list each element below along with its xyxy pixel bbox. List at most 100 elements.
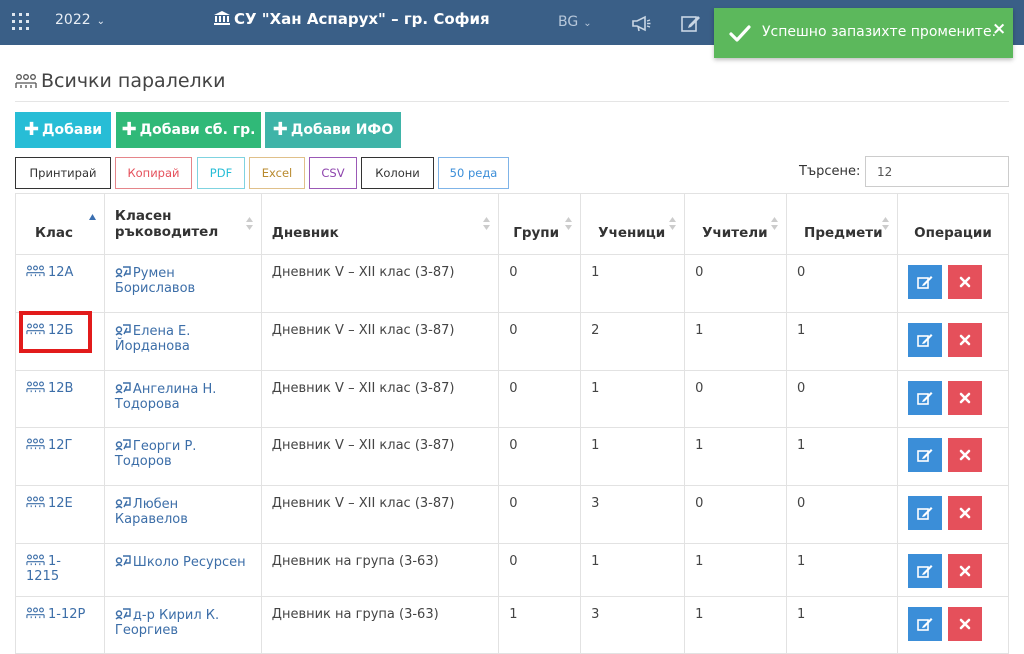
cell-teacher: Георги Р. Тодоров bbox=[103, 427, 262, 486]
classroom-icon bbox=[26, 496, 45, 508]
teacher-name-line2: Каравелов bbox=[114, 512, 188, 527]
csv-button[interactable]: CSV bbox=[309, 157, 357, 189]
cell-groups: 0 bbox=[498, 312, 582, 371]
teacher-link[interactable]: Ангелина Н. Тодорова bbox=[115, 382, 216, 412]
header-groups[interactable]: Групи bbox=[498, 193, 582, 255]
add-button[interactable]: ✚ Добави bbox=[15, 112, 111, 148]
classroom-icon bbox=[26, 265, 45, 277]
class-name: 12А bbox=[48, 265, 74, 280]
header-diary-label: Дневник bbox=[271, 225, 339, 241]
edit-button[interactable] bbox=[908, 496, 942, 530]
teacher-icon bbox=[115, 497, 131, 509]
cell-ops bbox=[897, 596, 1009, 654]
teacher-name-line1: Георги Р. bbox=[132, 439, 197, 454]
delete-button[interactable] bbox=[948, 438, 982, 472]
cell-subjects: 1 bbox=[786, 312, 898, 371]
class-link[interactable]: 12Е bbox=[26, 496, 73, 511]
edit-icon bbox=[917, 565, 933, 578]
delete-button[interactable] bbox=[948, 607, 982, 641]
edit-button[interactable] bbox=[908, 607, 942, 641]
rows-per-page-button[interactable]: 50 реда bbox=[438, 157, 509, 189]
header-ops: Операции bbox=[897, 193, 1009, 255]
edit-icon bbox=[917, 276, 933, 289]
edit-button[interactable] bbox=[908, 265, 942, 299]
language-selector[interactable]: BG ⌄ bbox=[558, 14, 592, 30]
classroom-icon bbox=[26, 607, 45, 619]
teacher-link[interactable]: Елена Е. Йорданова bbox=[115, 324, 190, 354]
header-klas[interactable]: Клас bbox=[15, 193, 105, 255]
cell-diary: Дневник V – XII клас (3-87) bbox=[260, 427, 500, 486]
cell-klas: 12А bbox=[15, 254, 105, 313]
columns-button[interactable]: Колони bbox=[361, 157, 434, 189]
pdf-button[interactable]: PDF bbox=[197, 157, 245, 189]
teacher-name-line1: Школо Ресурсен bbox=[132, 555, 246, 570]
sort-icon bbox=[882, 217, 889, 230]
teacher-name-line1: Любен bbox=[132, 497, 179, 512]
search-input[interactable] bbox=[865, 156, 1009, 187]
edit-icon[interactable] bbox=[680, 12, 702, 34]
teacher-link[interactable]: Румен Бориславов bbox=[115, 266, 195, 296]
teacher-icon bbox=[115, 266, 131, 278]
edit-button[interactable] bbox=[908, 381, 942, 415]
header-ops-label: Операции bbox=[914, 225, 992, 241]
year-selector[interactable]: 2022 ⌄ bbox=[55, 12, 105, 28]
edit-button[interactable] bbox=[908, 554, 942, 588]
megaphone-icon[interactable] bbox=[630, 12, 652, 34]
table-row: 12Б Елена Е. Йорданова Дневник V – XII к… bbox=[15, 312, 1009, 371]
class-link[interactable]: 12А bbox=[26, 265, 73, 280]
excel-button[interactable]: Excel bbox=[249, 157, 305, 189]
header-diary[interactable]: Дневник bbox=[260, 193, 500, 255]
copy-button[interactable]: Копирай bbox=[115, 157, 192, 189]
header-subjects[interactable]: Предмети bbox=[786, 193, 898, 255]
cell-teacher: д-р Кирил К. Георгиев bbox=[103, 596, 262, 654]
edit-button[interactable] bbox=[908, 438, 942, 472]
delete-button[interactable] bbox=[948, 554, 982, 588]
apps-grid-icon[interactable] bbox=[12, 13, 30, 31]
page-title: Всички паралелки bbox=[15, 70, 226, 92]
cell-students: 1 bbox=[580, 543, 686, 597]
delete-button[interactable] bbox=[948, 323, 982, 357]
header-teachers[interactable]: Учители bbox=[684, 193, 788, 255]
building-icon bbox=[214, 11, 230, 25]
cell-teachers: 0 bbox=[684, 370, 788, 428]
add-group-button[interactable]: ✚ Добави сб. гр. bbox=[116, 112, 261, 148]
header-teacher[interactable]: Класен ръководител bbox=[103, 193, 262, 255]
cell-diary: Дневник V – XII клас (3-87) bbox=[260, 254, 500, 313]
cell-diary: Дневник на група (3-63) bbox=[260, 596, 500, 654]
teacher-name-line1: Елена Е. bbox=[132, 324, 191, 339]
class-link[interactable]: 12Г bbox=[26, 438, 72, 453]
classroom-icon bbox=[15, 74, 37, 88]
teacher-icon bbox=[115, 439, 131, 451]
cell-ops bbox=[897, 485, 1009, 544]
teacher-name-line1: Ангелина Н. bbox=[132, 382, 217, 397]
add-ifo-button[interactable]: ✚ Добави ИФО bbox=[265, 112, 401, 148]
delete-button[interactable] bbox=[948, 381, 982, 415]
edit-icon bbox=[917, 507, 933, 520]
cell-students: 3 bbox=[580, 485, 686, 544]
header-teacher-line2: ръководител bbox=[114, 224, 219, 240]
class-link[interactable]: 12В bbox=[26, 381, 73, 396]
cell-ops bbox=[897, 312, 1009, 371]
teacher-link[interactable]: Любен Каравелов bbox=[115, 497, 188, 527]
success-toast: Успешно запазихте промените. × bbox=[714, 8, 1013, 58]
cell-groups: 0 bbox=[498, 254, 582, 313]
cell-subjects: 0 bbox=[786, 485, 898, 544]
table-row: 1-12Р д-р Кирил К. Георгиев Дневник на г… bbox=[15, 596, 1009, 654]
cell-teacher: Румен Бориславов bbox=[103, 254, 262, 313]
header-students[interactable]: Ученици bbox=[580, 193, 686, 255]
toast-message: Успешно запазихте промените. bbox=[762, 24, 997, 40]
toast-close-button[interactable]: × bbox=[992, 19, 1006, 39]
delete-button[interactable] bbox=[948, 496, 982, 530]
cell-diary: Дневник V – XII клас (3-87) bbox=[260, 370, 500, 428]
sort-icon bbox=[483, 217, 491, 230]
delete-button[interactable] bbox=[948, 265, 982, 299]
table-row: 12В Ангелина Н. Тодорова Дневник V – XII… bbox=[15, 370, 1009, 428]
print-button[interactable]: Принтирай bbox=[15, 157, 111, 189]
class-link[interactable]: 1-12Р bbox=[26, 607, 85, 622]
teacher-link[interactable]: Георги Р. Тодоров bbox=[115, 439, 197, 469]
teacher-link[interactable]: д-р Кирил К. Георгиев bbox=[115, 608, 219, 638]
school-title: СУ "Хан Аспарух" – гр. София bbox=[214, 10, 490, 28]
edit-button[interactable] bbox=[908, 323, 942, 357]
teacher-link[interactable]: Школо Ресурсен bbox=[115, 555, 246, 570]
class-link[interactable]: 1-1215 bbox=[26, 554, 61, 584]
